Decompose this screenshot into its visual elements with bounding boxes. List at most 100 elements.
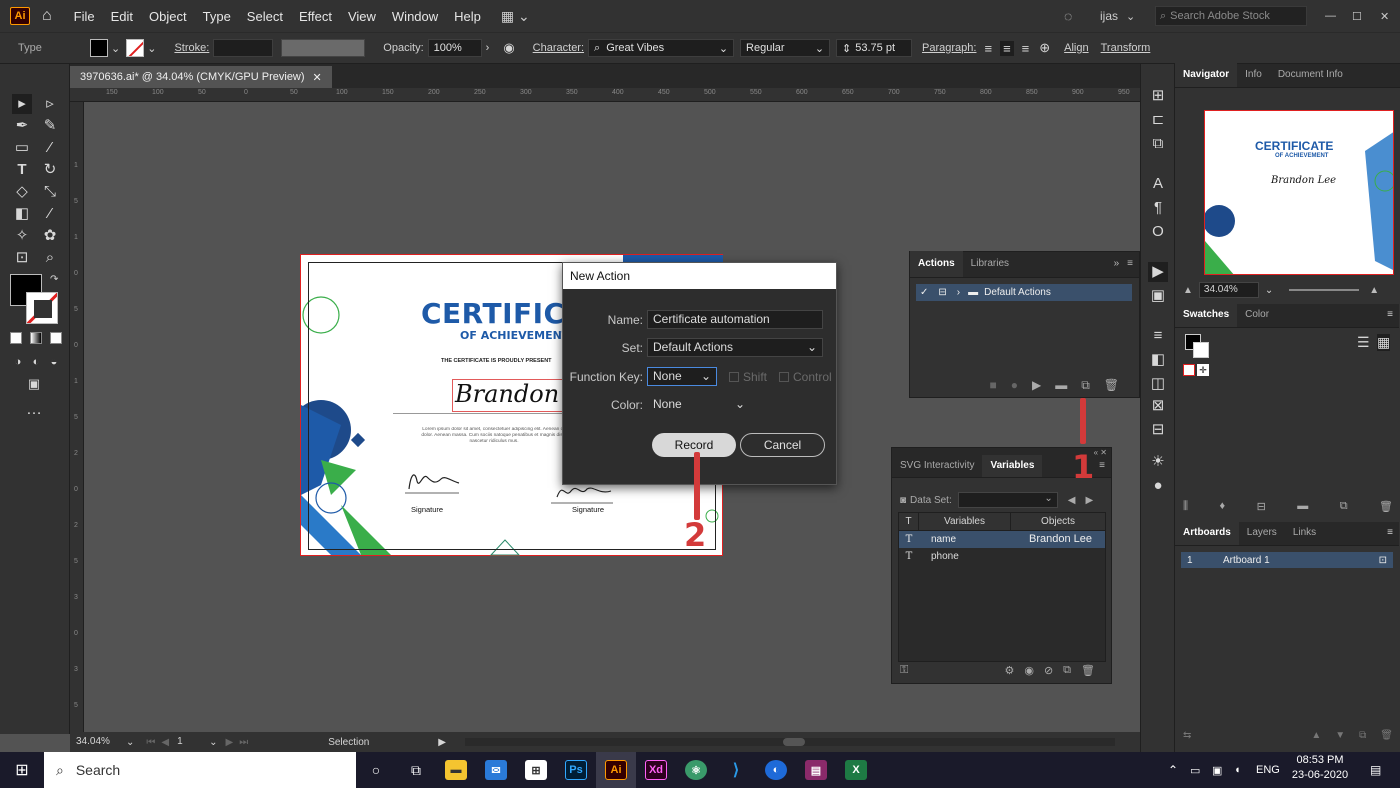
stop-icon[interactable]: ■ (989, 378, 996, 392)
graphic-styles-icon[interactable]: ⊟ (1148, 420, 1168, 440)
delete-swatch-icon[interactable]: 🗑 (1379, 500, 1393, 513)
grid-view-icon[interactable]: ▦ (1377, 334, 1391, 351)
tab-svg-interactivity[interactable]: SVG Interactivity (892, 455, 982, 477)
document-tab[interactable]: 3970636.ai* @ 34.04% (CMYK/GPU Preview) … (70, 66, 332, 88)
swatch-kinds-icon[interactable]: ♦ (1220, 500, 1226, 513)
col-objects[interactable]: Objects (1011, 513, 1105, 530)
dialog-toggle-icon[interactable]: ⊟ (938, 287, 946, 298)
paintbrush-tool-icon[interactable]: ⁄ (40, 138, 60, 158)
lock-icon[interactable]: ⚿ (900, 664, 908, 677)
globe-icon[interactable]: ⊕ (1039, 40, 1050, 56)
panel-menu-icon[interactable]: ≡ (1127, 251, 1133, 277)
zoom-in-icon[interactable]: ▲ (1369, 285, 1379, 296)
store-icon[interactable]: ⊞ (516, 752, 556, 788)
excel-icon[interactable]: X (836, 752, 876, 788)
menu-window[interactable]: Window (384, 9, 446, 24)
curvature-tool-icon[interactable]: ✎ (40, 116, 60, 136)
menu-edit[interactable]: Edit (103, 9, 141, 24)
signature-1-label[interactable]: Signature (411, 505, 443, 514)
selection-tool-icon[interactable]: ▸ (12, 94, 32, 114)
firefox-icon[interactable]: ◐ (756, 752, 796, 788)
make-visibility-icon[interactable]: ◉ (1024, 664, 1034, 677)
tab-document-info[interactable]: Document Info (1270, 63, 1351, 87)
stroke-panel-icon[interactable]: ≡ (1148, 326, 1168, 346)
tab-actions[interactable]: Actions (910, 251, 963, 277)
align-center-icon[interactable]: ≡ (1000, 40, 1014, 56)
last-artboard-icon[interactable]: ⏭ (239, 737, 248, 748)
delete-variable-icon[interactable]: 🗑 (1081, 664, 1095, 677)
user-chevron-icon[interactable]: ⌄ (1126, 10, 1135, 23)
toggle-check-icon[interactable]: ✓ (920, 287, 928, 298)
new-set-icon[interactable]: ▬ (1055, 378, 1067, 392)
menu-select[interactable]: Select (239, 9, 291, 24)
windows-start-icon[interactable]: ⊞ (0, 752, 44, 788)
align-panel-icon[interactable]: ⊏ (1148, 110, 1168, 130)
make-static-icon[interactable]: ⚙ (1004, 664, 1014, 677)
character-panel-icon[interactable]: A (1148, 174, 1168, 194)
certificate-subtitle[interactable]: OF ACHIEVEMENT (460, 329, 569, 342)
more-tools-icon[interactable]: … (24, 400, 44, 420)
align-label[interactable]: Align (1064, 42, 1088, 54)
move-down-icon[interactable]: ▼ (1335, 730, 1345, 741)
tray-device-icon[interactable]: ▭ (1190, 764, 1200, 777)
rotate-tool-icon[interactable]: ↻ (40, 160, 60, 180)
pen-tool-icon[interactable]: ✒ (12, 116, 32, 136)
font-size-field[interactable]: ⇕ 53.75 pt (836, 39, 913, 57)
menu-type[interactable]: Type (195, 9, 239, 24)
delete-icon[interactable]: 🗑 (1104, 378, 1119, 392)
type-tool-icon[interactable]: T (12, 160, 32, 180)
tray-language[interactable]: ENG (1256, 764, 1280, 776)
function-key-select[interactable]: None ⌄ (647, 367, 717, 386)
certificate-body-text[interactable]: Lorem ipsum dolor sit amet, consectetuer… (419, 427, 569, 447)
action-name-field[interactable]: Certificate automation (647, 310, 823, 329)
artboards-menu-icon[interactable]: ≡ (1387, 521, 1393, 545)
illustrator-icon[interactable]: Ai (596, 752, 636, 788)
rearrange-icon[interactable]: ⇆ (1183, 730, 1191, 741)
character-label[interactable]: Character: (533, 42, 584, 54)
dataset-select[interactable]: ⌄ (957, 492, 1058, 508)
zoom-tool-icon[interactable]: ⌕ (40, 248, 60, 268)
tray-network-icon[interactable]: ▣ (1212, 764, 1222, 777)
draw-mode-icon[interactable]: ◑ (8, 352, 28, 372)
expand-chevron-icon[interactable]: › (957, 287, 960, 298)
minimize-button[interactable]: — (1325, 10, 1336, 22)
none-mode-icon[interactable] (50, 332, 62, 344)
transform-panel-icon[interactable]: ⊞ (1148, 86, 1168, 106)
tab-links[interactable]: Links (1285, 521, 1324, 545)
artboard-field[interactable]: 1 (175, 735, 209, 749)
set-select[interactable]: Default Actions ⌄ (647, 338, 823, 357)
move-up-icon[interactable]: ▲ (1311, 730, 1321, 741)
color-mode-icon[interactable] (10, 332, 22, 344)
close-tab-icon[interactable]: ✕ (313, 71, 322, 84)
new-swatch-icon[interactable]: ⧉ (1340, 500, 1348, 513)
draw-behind-icon[interactable]: ◐ (26, 352, 46, 372)
list-item[interactable]: 1 Artboard 1 ⊡ (1181, 552, 1393, 568)
stroke-weight-field[interactable] (213, 39, 274, 57)
table-row[interactable]: T name Brandon Lee (899, 531, 1105, 548)
signature-2-label[interactable]: Signature (572, 505, 604, 514)
artboard-options-icon[interactable]: ⊡ (1379, 555, 1387, 566)
zoom-chevron-icon[interactable]: ⌄ (1265, 285, 1273, 296)
swap-colors-icon[interactable]: ↷ (50, 274, 58, 285)
notification-icon[interactable]: ▤ (1370, 763, 1381, 777)
prev-dataset-icon[interactable]: ◀ (1068, 495, 1076, 506)
taskbar-search[interactable]: ⌕ Search (44, 752, 356, 788)
menu-help[interactable]: Help (446, 9, 489, 24)
puppet-warp-tool-icon[interactable]: ✧ (12, 226, 32, 246)
panel-collapse-icon[interactable]: » (1114, 251, 1120, 277)
symbol-sprayer-tool-icon[interactable]: ✿ (40, 226, 60, 246)
cortana-icon[interactable]: ○ (356, 752, 396, 788)
next-dataset-icon[interactable]: ▶ (1085, 495, 1093, 506)
variables-panel-icon[interactable]: ▣ (1148, 286, 1168, 306)
fill-chevron-icon[interactable]: ⌄ (111, 42, 120, 55)
tab-layers[interactable]: Layers (1239, 521, 1285, 545)
swatch-options-icon[interactable]: ⊟ (1257, 500, 1266, 513)
stroke-swatch[interactable] (126, 39, 145, 57)
cancel-button[interactable]: Cancel (740, 433, 825, 457)
recolor-icon[interactable]: ◉ (503, 40, 514, 56)
tab-navigator[interactable]: Navigator (1175, 63, 1238, 87)
workspace-switcher-icon[interactable]: ▦ ⌄ (501, 8, 530, 25)
tab-swatches[interactable]: Swatches (1175, 303, 1238, 327)
menu-file[interactable]: File (66, 9, 103, 24)
symbols-panel-icon[interactable]: ● (1148, 476, 1168, 496)
